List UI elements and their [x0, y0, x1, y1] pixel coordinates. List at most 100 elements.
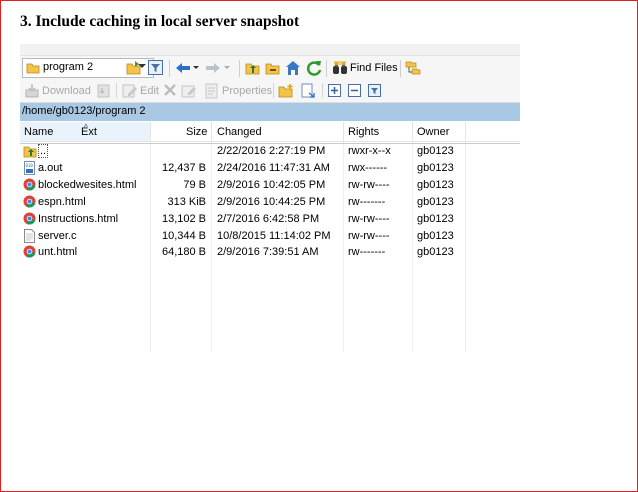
- back-arrow-icon[interactable]: [175, 61, 191, 75]
- tree-view-icon[interactable]: [405, 60, 421, 76]
- table-row[interactable]: Instructions.html 13,102 B 2/7/2016 6:42…: [20, 211, 520, 227]
- download-options-icon[interactable]: [96, 83, 112, 99]
- focus-line: [20, 143, 520, 144]
- column-divider[interactable]: [150, 122, 151, 141]
- rename-icon[interactable]: [181, 83, 197, 99]
- table-row[interactable]: .. 2/22/2016 2:27:19 PM rwxr-x--x gb0123: [20, 143, 520, 159]
- toolbar-separator: [322, 83, 323, 98]
- file-owner: gb0123: [417, 246, 454, 258]
- file-rights: rw-rw----: [348, 213, 390, 225]
- file-owner: gb0123: [417, 196, 454, 208]
- new-folder-icon[interactable]: [278, 83, 294, 99]
- file-rights: rw-rw----: [348, 179, 390, 191]
- file-owner: gb0123: [417, 145, 454, 157]
- file-name: espn.html: [38, 196, 86, 208]
- column-header-name[interactable]: Name: [24, 126, 53, 138]
- toolbar-actions: Download Edit Properties: [20, 80, 520, 103]
- chrome-html-icon: [23, 195, 36, 208]
- properties-label: Properties: [222, 85, 273, 97]
- expand-plus-icon[interactable]: [328, 84, 342, 98]
- table-row[interactable]: blockedwesites.html 79 B 2/9/2016 10:42:…: [20, 177, 520, 193]
- file-changed: 2/7/2016 6:42:58 PM: [217, 213, 320, 225]
- filter-icon[interactable]: [148, 60, 164, 76]
- refresh-icon[interactable]: [306, 60, 322, 76]
- properties-icon: [205, 83, 218, 99]
- find-files-label: Find Files: [350, 62, 398, 74]
- file-changed: 2/24/2016 11:47:31 AM: [217, 162, 330, 174]
- toolbar-separator: [273, 83, 274, 98]
- column-divider[interactable]: [211, 122, 212, 141]
- filter-select-icon[interactable]: [368, 84, 382, 98]
- column-header-size[interactable]: Size: [186, 126, 207, 138]
- forward-arrow-icon[interactable]: [205, 61, 221, 75]
- file-size: 12,437 B: [161, 162, 206, 174]
- directory-dropdown-value: program 2: [43, 61, 94, 73]
- toolbar-separator: [169, 60, 170, 77]
- chrome-html-icon: [23, 245, 36, 258]
- back-history-chevron-icon[interactable]: [193, 66, 199, 69]
- collapse-minus-icon[interactable]: [348, 84, 362, 98]
- folder-icon: [26, 63, 40, 74]
- download-button[interactable]: Download: [22, 82, 98, 100]
- file-rights: rw-------: [348, 246, 386, 258]
- binoculars-icon: [333, 61, 347, 74]
- toolbar-separator: [400, 60, 401, 77]
- file-owner: gb0123: [417, 230, 454, 242]
- edit-button[interactable]: Edit: [120, 82, 162, 100]
- file-list-header: Name ^ Ext Size Changed Rights Owner: [20, 122, 520, 142]
- parent-directory-icon[interactable]: [245, 60, 261, 76]
- file-name: unt.html: [38, 246, 78, 258]
- file-manager-screenshot: program 2 Find Files Download Edit Prope…: [20, 44, 520, 352]
- binary-file-icon: 010: [24, 161, 35, 175]
- new-file-icon[interactable]: [300, 83, 316, 99]
- download-icon: [25, 84, 39, 98]
- file-changed: 10/8/2015 11:14:02 PM: [217, 230, 331, 242]
- file-size: 79 B: [183, 179, 206, 191]
- file-size: 13,102 B: [161, 213, 206, 225]
- find-files-button[interactable]: Find Files: [331, 59, 398, 77]
- file-rights: rw-------: [348, 196, 386, 208]
- chrome-html-icon: [23, 178, 36, 191]
- file-name: a.out: [38, 162, 63, 174]
- chrome-html-icon: [23, 212, 36, 225]
- home-icon[interactable]: [285, 60, 301, 76]
- column-header-ext[interactable]: Ext: [81, 126, 97, 138]
- file-owner: gb0123: [417, 179, 454, 191]
- download-label: Download: [42, 85, 91, 97]
- file-changed: 2/9/2016 7:39:51 AM: [217, 246, 319, 258]
- text-file-icon: [24, 229, 35, 243]
- column-header-changed[interactable]: Changed: [217, 126, 262, 138]
- file-changed: 2/9/2016 10:44:25 PM: [217, 196, 326, 208]
- current-path-bar[interactable]: /home/gb0123/program 2: [20, 103, 520, 121]
- open-folder-icon[interactable]: [126, 60, 142, 76]
- column-divider[interactable]: [412, 122, 413, 141]
- file-size: 64,180 B: [161, 246, 206, 258]
- file-name: Instructions.html: [38, 213, 119, 225]
- toolbar-top-edge: [20, 44, 520, 56]
- section-heading: 3. Include caching in local server snaps…: [20, 13, 300, 30]
- table-row[interactable]: server.c 10,344 B 10/8/2015 11:14:02 PM …: [20, 228, 520, 244]
- file-name: blockedwesites.html: [38, 179, 137, 191]
- current-path: /home/gb0123/program 2: [22, 105, 146, 117]
- column-header-rights[interactable]: Rights: [348, 126, 379, 138]
- column-divider[interactable]: [343, 122, 344, 141]
- file-size: 313 KiB: [167, 196, 206, 208]
- parent-folder-icon: [23, 146, 37, 158]
- toolbar-main: program 2 Find Files: [20, 56, 520, 80]
- delete-icon[interactable]: [163, 83, 177, 97]
- properties-button[interactable]: Properties: [202, 82, 272, 100]
- table-row[interactable]: 010 a.out 12,437 B 2/24/2016 11:47:31 AM…: [20, 160, 520, 176]
- edit-icon: [122, 84, 137, 98]
- column-divider[interactable]: [465, 122, 466, 141]
- column-header-owner[interactable]: Owner: [417, 126, 449, 138]
- file-rights: rw-rw----: [348, 230, 390, 242]
- table-row[interactable]: espn.html 313 KiB 2/9/2016 10:44:25 PM r…: [20, 194, 520, 210]
- file-name: ..: [38, 144, 49, 158]
- root-directory-icon[interactable]: [265, 60, 281, 76]
- file-size: 10,344 B: [161, 230, 206, 242]
- svg-text:010: 010: [26, 163, 34, 168]
- file-name: server.c: [38, 230, 77, 242]
- forward-history-chevron-icon[interactable]: [224, 66, 230, 69]
- file-rights: rwx------: [348, 162, 388, 174]
- table-row[interactable]: unt.html 64,180 B 2/9/2016 7:39:51 AM rw…: [20, 244, 520, 260]
